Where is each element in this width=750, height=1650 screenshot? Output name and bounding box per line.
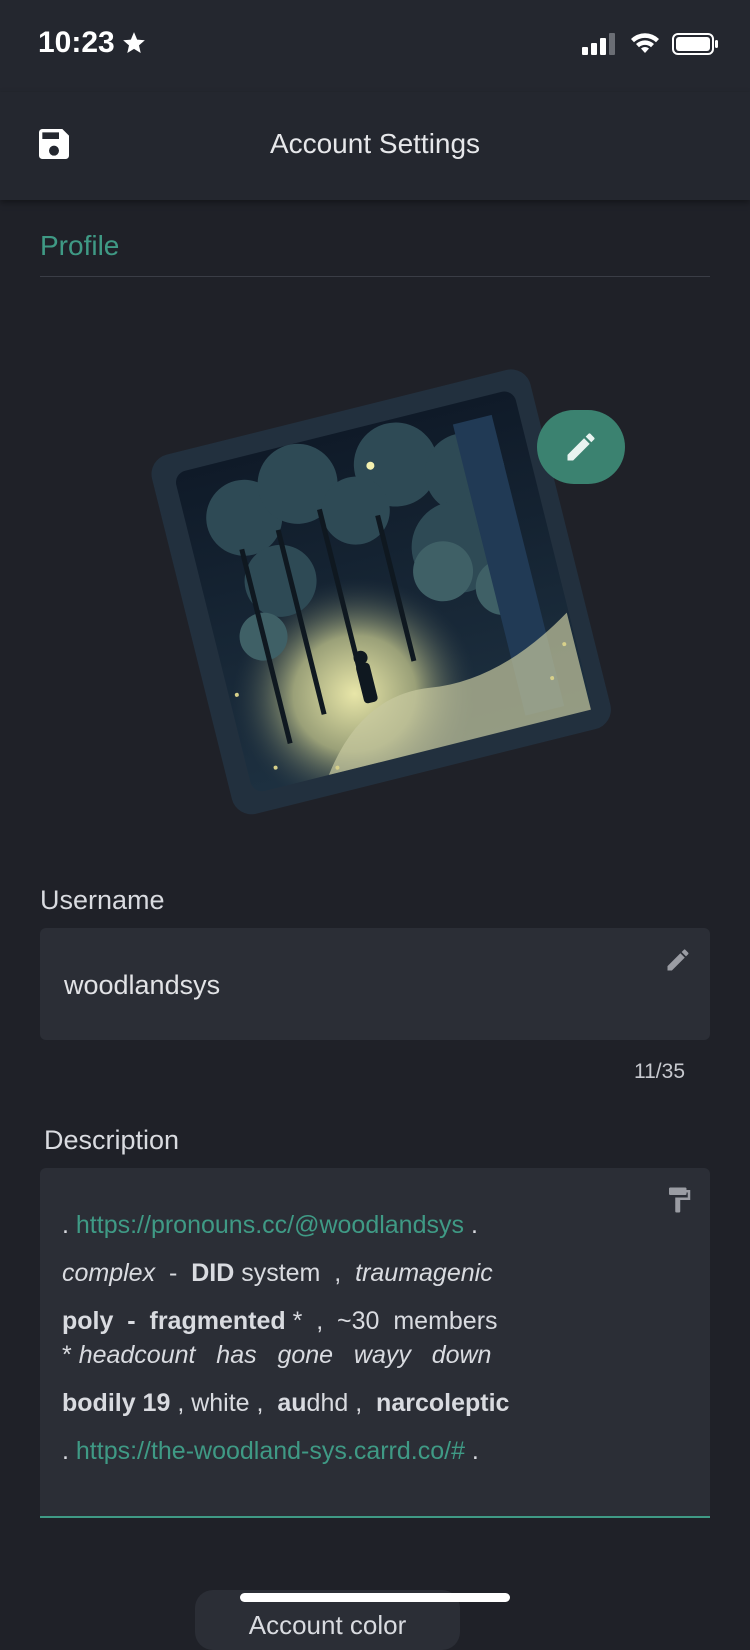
signal-icon — [582, 33, 615, 55]
description-segment: . — [62, 1211, 76, 1239]
description-line: bodily 19 , white , audhd , narcoleptic — [62, 1386, 672, 1420]
description-segment: narcoleptic — [376, 1389, 510, 1417]
description-link[interactable]: https://the-woodland-sys.carrd.co/# — [76, 1437, 465, 1465]
description-link[interactable]: https://pronouns.cc/@woodlandsys — [76, 1211, 464, 1239]
description-segment: traumagenic — [355, 1259, 493, 1287]
username-label: Username — [40, 885, 165, 915]
star-icon — [122, 32, 145, 53]
battery-icon — [672, 33, 718, 55]
home-indicator — [240, 1593, 510, 1602]
settings-content: Profile Username woodlandsys 11/35 Descr… — [40, 200, 710, 1518]
username-value[interactable]: woodlandsys — [64, 970, 220, 1001]
status-icons — [582, 32, 720, 56]
wifi-icon — [631, 33, 659, 53]
description-segment: DID — [191, 1259, 235, 1287]
edit-avatar-button[interactable] — [537, 410, 625, 484]
page-title: Account Settings — [269, 128, 481, 159]
description-segment: . — [464, 1437, 479, 1465]
username-char-count: 11/35 — [634, 1060, 685, 1083]
description-segment: poly - fragmented — [62, 1307, 286, 1335]
status-time: 10:23 — [38, 26, 147, 60]
pencil-icon[interactable] — [664, 946, 692, 974]
description-segment: bodily 19 — [62, 1389, 171, 1417]
description-segment: headcount has gone wayy down — [78, 1341, 492, 1369]
avatar-area — [40, 277, 710, 837]
description-field[interactable]: . https://pronouns.cc/@woodlandsys . comp… — [40, 1168, 710, 1518]
description-segment: complex — [62, 1259, 156, 1287]
description-segment: dhd , — [306, 1389, 377, 1417]
status-bar: 10:23 — [0, 0, 750, 92]
description-label: Description — [44, 1125, 180, 1155]
pencil-icon — [567, 433, 595, 461]
description-segment: - — [155, 1259, 192, 1287]
description-line: . https://the-woodland-sys.carrd.co/# . — [62, 1434, 672, 1468]
description-segment: * , ~30 members — [285, 1307, 498, 1335]
description-text[interactable]: . https://pronouns.cc/@woodlandsys . comp… — [62, 1208, 672, 1468]
description-segment: system , — [234, 1259, 356, 1287]
description-segment: au — [277, 1389, 307, 1417]
section-title-profile: Profile — [40, 230, 120, 261]
description-segment: , white , — [170, 1389, 278, 1417]
app-bar: Account Settings — [0, 92, 750, 200]
description-line: * headcount has gone wayy down — [62, 1338, 672, 1372]
description-segment: . — [464, 1211, 478, 1239]
description-line: . https://pronouns.cc/@woodlandsys . — [62, 1208, 672, 1242]
username-field[interactable]: woodlandsys — [40, 928, 710, 1040]
description-line: complex - DID system , traumagenic — [62, 1256, 672, 1290]
description-line: poly - fragmented * , ~30 members — [62, 1304, 672, 1338]
description-segment: . — [62, 1437, 76, 1465]
description-segment: * — [62, 1341, 79, 1369]
